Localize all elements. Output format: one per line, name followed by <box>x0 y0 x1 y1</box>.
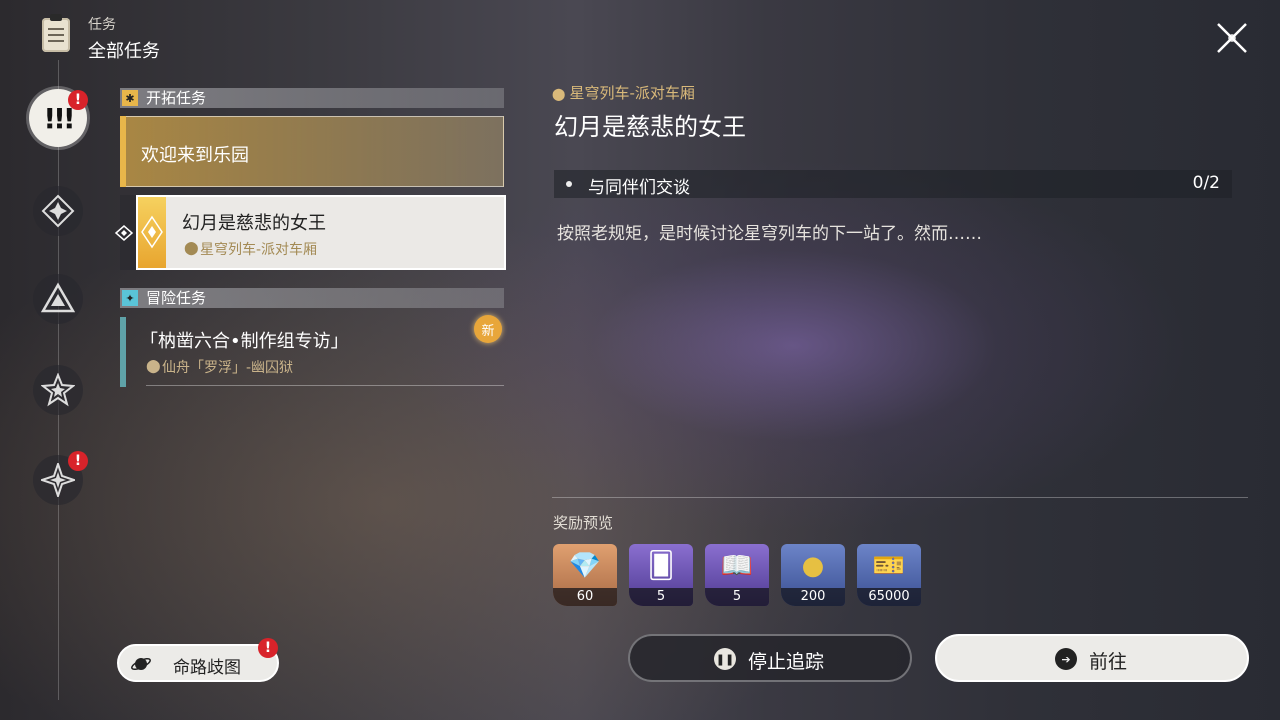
reward-item[interactable]: 💎 60 <box>553 544 617 606</box>
trailblaze-icon: ✱ <box>122 90 138 106</box>
go-label: 前往 <box>1089 651 1128 673</box>
detail-location-text: 星穹列车-派对车厢 <box>569 84 695 102</box>
bullet-icon <box>566 181 572 187</box>
divider <box>146 385 504 386</box>
location-pin-icon: ⬤ <box>146 359 161 374</box>
quest-location: 仙舟「罗浮」-幽囚狱 <box>162 360 294 376</box>
section-header-trailblaze: ✱ 开拓任务 <box>120 88 504 108</box>
reward-count: 200 <box>781 588 845 606</box>
close-icon <box>1217 23 1247 53</box>
triangle-icon <box>41 282 75 313</box>
quest-description: 按照老规矩，是时候讨论星穹列车的下一站了。然而…… <box>557 224 982 244</box>
location-pin-icon: ⬤ <box>184 241 199 256</box>
pause-icon: ❚❚ <box>714 648 736 670</box>
reward-count: 65000 <box>857 588 921 606</box>
alert-badge: ! <box>68 90 88 110</box>
section-header-adventure: ✦ 冒险任务 <box>120 288 504 308</box>
coin-icon: ● <box>801 551 825 581</box>
reward-item[interactable]: 🂠 5 <box>629 544 693 606</box>
diamond-star-icon <box>41 194 75 228</box>
crystal-icon: 💎 <box>568 551 602 581</box>
section-label: 开拓任务 <box>146 89 207 107</box>
objective-progress: 0/2 <box>1192 173 1220 193</box>
arrow-right-icon: ➔ <box>1055 648 1077 670</box>
alert-badge: ! <box>68 451 88 471</box>
objective-row: 与同伴们交谈 0/2 <box>554 170 1232 198</box>
page-title: 全部任务 <box>88 41 160 62</box>
close-button[interactable] <box>1212 18 1252 58</box>
selection-pointer-icon <box>114 225 134 241</box>
quest-log-icon <box>42 14 70 52</box>
divider <box>552 497 1248 498</box>
stop-tracking-button[interactable]: ❚❚ 停止追踪 <box>628 634 912 682</box>
card-icon: 🂠 <box>647 551 675 581</box>
rewards-header: 奖励预览 <box>553 514 614 532</box>
exclamation-icon: !!! <box>43 101 75 135</box>
planet-icon <box>131 657 151 671</box>
reward-count: 5 <box>629 588 693 606</box>
reward-item[interactable]: 🎫 65000 <box>857 544 921 606</box>
reward-item[interactable]: 📖 5 <box>705 544 769 606</box>
rail-companion[interactable] <box>33 274 83 324</box>
four-point-star-icon <box>41 463 75 497</box>
quest-title: 「枘凿六合•制作组专访」 <box>140 331 349 352</box>
rail-adventure[interactable] <box>33 365 83 415</box>
stop-tracking-label: 停止追踪 <box>748 651 825 673</box>
gold-accent-bar <box>120 116 126 187</box>
quest-item[interactable]: 「枘凿六合•制作组专访」 ⬤ 仙舟「罗浮」-幽囚狱 <box>120 317 504 387</box>
reward-count: 60 <box>553 588 617 606</box>
rail-trailblaze[interactable] <box>33 186 83 236</box>
trailblaze-gem-icon <box>138 197 166 268</box>
reward-count: 5 <box>705 588 769 606</box>
reward-item[interactable]: ● 200 <box>781 544 845 606</box>
objective-text: 与同伴们交谈 <box>588 178 690 198</box>
star-icon <box>41 373 75 407</box>
book-icon: 📖 <box>720 551 754 581</box>
teal-accent-bar <box>120 317 126 387</box>
quest-item-selected[interactable]: 幻月是慈悲的女王 ⬤ 星穹列车-派对车厢 <box>136 195 506 270</box>
location-pin-icon: ⬤ <box>552 87 566 101</box>
path-map-label: 命路歧图 <box>173 658 241 678</box>
quest-location: 星穹列车-派对车厢 <box>200 242 318 258</box>
path-map-button[interactable]: 命路歧图 <box>117 644 279 682</box>
section-label: 冒险任务 <box>146 289 207 307</box>
alert-badge: ! <box>258 638 278 658</box>
quest-title: 幻月是慈悲的女王 <box>182 213 326 234</box>
quest-title: 欢迎来到乐园 <box>141 145 249 166</box>
adventure-icon: ✦ <box>122 290 138 306</box>
ticket-icon: 🎫 <box>872 551 906 581</box>
detail-location: ⬤ 星穹列车-派对车厢 <box>552 82 695 103</box>
quest-item[interactable]: 欢迎来到乐园 <box>120 116 504 187</box>
go-button[interactable]: ➔ 前往 <box>935 634 1249 682</box>
header-subtitle: 任务 <box>88 17 116 33</box>
new-badge: 新 <box>474 315 502 343</box>
detail-title: 幻月是慈悲的女王 <box>554 113 746 141</box>
